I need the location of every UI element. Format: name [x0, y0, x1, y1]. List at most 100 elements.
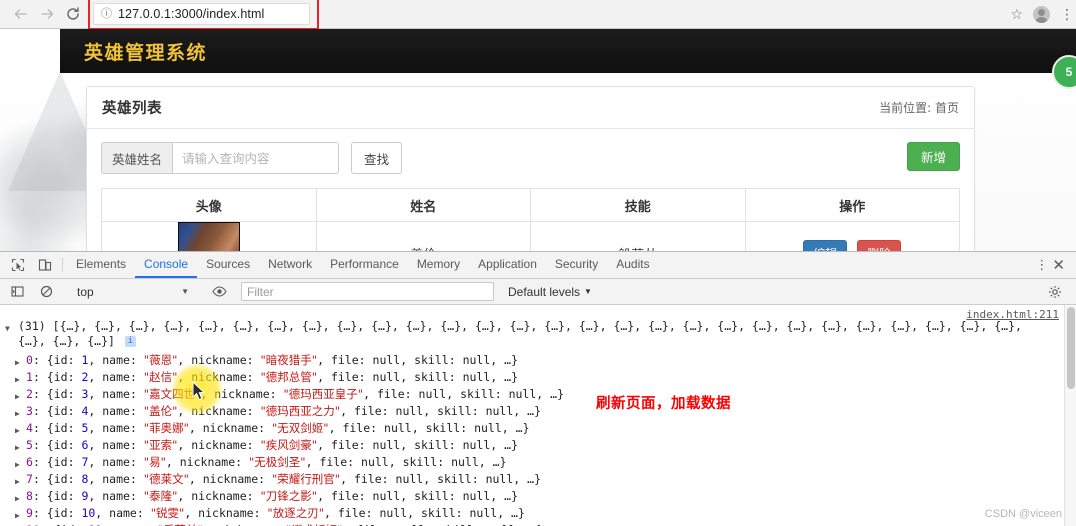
prop-skill-key: skill: [414, 353, 449, 367]
browser-toolbar-right: ☆ ⋮: [1010, 5, 1074, 23]
prop-skill-key: skill: [414, 370, 449, 384]
prop-name-value: "薇恩": [143, 353, 178, 367]
tab-memory[interactable]: Memory: [408, 252, 469, 278]
add-hero-button[interactable]: 新增: [906, 142, 960, 171]
inspect-element-icon[interactable]: [4, 252, 31, 278]
devtools-tabbar: Elements Console Sources Network Perform…: [0, 252, 1076, 279]
list-item[interactable]: ▶ 0: {id: 1, name: "薇恩", nickname: "暗夜猎手…: [0, 352, 1076, 369]
prop-nickname-key: nickname: [198, 506, 254, 520]
entry-index: 7: [26, 472, 33, 486]
console-output[interactable]: index.html:211 ▼ (31) [{…}, {…}, {…}, {……: [0, 305, 1076, 526]
tab-network[interactable]: Network: [259, 252, 321, 278]
execution-context-select[interactable]: top ▼: [73, 282, 193, 301]
expand-triangle-icon[interactable]: ▶: [15, 372, 20, 387]
breadcrumb: 当前位置: 首页: [879, 101, 959, 115]
profile-avatar-icon[interactable]: [1033, 5, 1050, 23]
prop-id-key: id: [53, 489, 68, 503]
prop-id-value: 10: [81, 506, 96, 520]
prop-nickname-value: "放逐之刃": [267, 506, 325, 520]
prop-nickname-key: nickname: [191, 489, 247, 503]
delete-button[interactable]: 删除: [857, 239, 902, 251]
devtools-close-icon[interactable]: ✕: [1047, 256, 1070, 274]
page-title: 英雄管理系统: [84, 41, 208, 64]
prop-nickname-key: nickname: [214, 387, 270, 401]
prop-skill-value: null: [485, 404, 514, 418]
expand-triangle-icon[interactable]: ▶: [15, 355, 20, 370]
tab-performance[interactable]: Performance: [321, 252, 408, 278]
expand-triangle-icon[interactable]: ▶: [15, 491, 20, 506]
console-object-list: ▶ 0: {id: 1, name: "薇恩", nickname: "暗夜猎手…: [0, 352, 1076, 526]
list-item[interactable]: ▶ 10: {id: 11, name: "乐芙兰", nickname: "谬…: [0, 522, 1076, 526]
prop-id-key: id: [53, 455, 68, 469]
tab-security[interactable]: Security: [546, 252, 607, 278]
prop-skill-key: skill: [460, 387, 495, 401]
devtools-more-icon[interactable]: ⋮: [1035, 258, 1048, 271]
entry-index: 0: [26, 353, 33, 367]
reload-icon[interactable]: [60, 1, 86, 27]
list-item[interactable]: ▶ 6: {id: 7, name: "易", nickname: "无极剑圣"…: [0, 454, 1076, 471]
chrome-menu-icon[interactable]: ⋮: [1060, 7, 1074, 21]
list-item[interactable]: ▶ 5: {id: 6, name: "亚索", nickname: "疾风剑豪…: [0, 437, 1076, 454]
prop-skill-value: null: [451, 455, 479, 469]
prop-file-value: null: [379, 506, 408, 520]
prop-skill-value: null: [508, 387, 537, 401]
console-scrollbar[interactable]: [1064, 305, 1076, 526]
search-input[interactable]: [172, 142, 340, 174]
console-array-summary-row[interactable]: ▼ (31) [{…}, {…}, {…}, {…}, {…}, {…}, {……: [0, 305, 1076, 349]
prop-name-value: "盖伦": [143, 404, 178, 418]
prop-name-value: "泰隆": [143, 489, 178, 503]
expand-triangle-icon[interactable]: ▶: [15, 457, 20, 472]
expand-triangle-icon[interactable]: ▶: [15, 440, 20, 455]
tab-audits[interactable]: Audits: [607, 252, 658, 278]
tab-application[interactable]: Application: [469, 252, 546, 278]
prop-nickname-value: "荣耀行刑官": [272, 472, 341, 486]
console-sidebar-icon[interactable]: [4, 285, 31, 298]
search-label: 英雄姓名: [101, 142, 173, 174]
list-item[interactable]: ▶ 9: {id: 10, name: "锐雯", nickname: "放逐之…: [0, 505, 1076, 522]
device-toolbar-icon[interactable]: [31, 252, 58, 278]
list-item[interactable]: ▶ 7: {id: 8, name: "德莱文", nickname: "荣耀行…: [0, 471, 1076, 488]
tab-sources[interactable]: Sources: [197, 252, 259, 278]
prop-skill-key: skill: [414, 489, 449, 503]
prop-file-value: null: [372, 353, 401, 367]
console-toolbar: top ▼ Default levels ▼: [0, 279, 1076, 305]
expand-triangle-icon[interactable]: ▶: [15, 406, 20, 421]
prop-id-key: id: [53, 353, 68, 367]
bookmark-star-icon[interactable]: ☆: [1010, 6, 1023, 23]
prop-name-value: "菲奥娜": [143, 421, 189, 435]
address-bar[interactable]: ⓘ 127.0.0.1:3000/index.html: [93, 3, 310, 25]
console-scrollbar-thumb[interactable]: [1067, 307, 1075, 389]
expand-triangle-icon[interactable]: ▼: [5, 321, 14, 333]
expand-triangle-icon[interactable]: ▶: [15, 508, 20, 523]
list-item[interactable]: ▶ 1: {id: 2, name: "赵信", nickname: "德邦总管…: [0, 369, 1076, 386]
back-arrow-icon[interactable]: [8, 1, 34, 27]
tab-elements[interactable]: Elements: [67, 252, 135, 278]
search-button[interactable]: 查找: [351, 142, 403, 174]
expand-triangle-icon[interactable]: ▶: [15, 423, 20, 438]
expand-triangle-icon[interactable]: ▶: [15, 474, 20, 489]
list-item[interactable]: ▶ 8: {id: 9, name: "泰隆", nickname: "刀锋之影…: [0, 488, 1076, 505]
info-badge-icon[interactable]: i: [124, 336, 136, 347]
list-item[interactable]: ▶ 3: {id: 4, name: "盖伦", nickname: "德玛西亚…: [0, 403, 1076, 420]
site-info-icon[interactable]: ⓘ: [101, 8, 112, 20]
hero-table-head: 头像 姓名 技能 操作: [101, 188, 960, 222]
clear-console-icon[interactable]: [33, 285, 60, 298]
list-item[interactable]: ▶ 2: {id: 3, name: "嘉文四世", nickname: "德玛…: [0, 386, 1076, 403]
prop-file-key: file: [319, 455, 348, 469]
console-filter-input[interactable]: [241, 282, 494, 301]
prop-file-value: null: [384, 421, 412, 435]
list-item[interactable]: ▶ 4: {id: 5, name: "菲奥娜", nickname: "无双剑…: [0, 420, 1076, 437]
log-levels-select[interactable]: Default levels ▼: [508, 285, 592, 299]
entry-index: 9: [26, 506, 33, 520]
prop-file-key: file: [376, 387, 405, 401]
tab-console[interactable]: Console: [135, 252, 198, 278]
prop-file-key: file: [353, 472, 382, 486]
forward-arrow-icon[interactable]: [34, 1, 60, 27]
table-row: 盖伦 躲草丛 编辑 删除: [101, 221, 960, 251]
settings-gear-icon[interactable]: [1041, 285, 1068, 299]
prop-nickname-value: "德邦总管": [260, 370, 318, 384]
edit-button[interactable]: 编辑: [803, 239, 848, 251]
expand-triangle-icon[interactable]: ▶: [15, 389, 20, 404]
prop-id-key: id: [53, 387, 68, 401]
live-expression-icon[interactable]: [206, 285, 233, 298]
